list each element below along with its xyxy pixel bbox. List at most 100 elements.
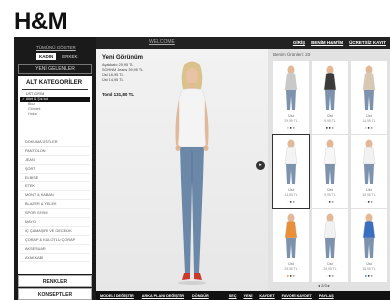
welcome-link[interactable]: WELCOME	[149, 39, 175, 45]
register-link[interactable]: ÜCRETSİZ KAYIT	[349, 40, 386, 45]
product-name: Üst	[327, 114, 333, 118]
product-name: Üst	[327, 262, 333, 266]
category-item[interactable]: BLAZER & YELEK	[20, 200, 90, 210]
look-title: Yeni Görünüm	[102, 55, 144, 61]
show-all-link[interactable]: TÜMÜNÜ GÖSTER	[36, 45, 76, 50]
change-model-button[interactable]: MODELİ DEĞİŞTİR	[100, 294, 134, 298]
product-price: 14,95 TL	[284, 193, 298, 197]
rotate-button[interactable]: DÖNDÜR	[192, 294, 209, 298]
product-price: 9,95 TL	[324, 193, 336, 197]
subcategory-list: ÜST GİYİM ✓ Atlet & Şık kol Bluz Gömlek …	[20, 92, 90, 117]
category-item[interactable]: AKSESUAR	[20, 245, 90, 254]
product-price: 29,95 TL	[284, 119, 298, 123]
category-item[interactable]: AYAKKABI	[20, 254, 90, 263]
product-price: 16,95 TL	[362, 193, 376, 197]
category-item[interactable]: ELBİSE	[20, 174, 90, 183]
account-links: GİRİŞ BENİM H&M'İM ÜCRETSİZ KAYIT	[293, 40, 386, 45]
product-name: Üst	[366, 188, 372, 192]
concepts-button[interactable]: KONSEPTLER	[18, 288, 92, 300]
category-item[interactable]: MAYO	[20, 218, 90, 227]
product-name: Üst	[327, 188, 333, 192]
color-swatches[interactable]: ●●●	[351, 199, 387, 204]
look-total: Toml 131,80 TL	[102, 92, 135, 97]
category-item[interactable]: ÇORAP & KÜLOTLU ÇORAP	[20, 236, 90, 245]
product-price: 29,95 TL	[284, 267, 298, 271]
color-swatches[interactable]: ●●●	[273, 199, 309, 204]
top-strip: WELCOME GİRİŞ BENİM H&M'İM ÜCRETSİZ KAYI…	[96, 37, 390, 49]
product-price: 9,95 TL	[324, 119, 336, 123]
gender-women-tab[interactable]: KADIN	[36, 53, 57, 60]
colors-button[interactable]: RENKLER	[18, 275, 92, 287]
look-actions: SEÇ YENİ KAYDET FAVORİ KAYDET PAYLAŞ	[229, 294, 334, 298]
color-swatches[interactable]: ●●●	[312, 125, 348, 130]
color-swatches[interactable]: ●●●	[273, 125, 309, 130]
page: H&M TÜMÜNÜ GÖSTER KADIN ERKEK YENİ GELEN…	[0, 0, 390, 300]
gender-men-tab[interactable]: ERKEK	[59, 53, 80, 60]
select-button[interactable]: SEÇ	[229, 294, 237, 298]
hm-logo[interactable]: H&M	[14, 8, 68, 36]
look-item: Üst 14,95 TL	[102, 78, 124, 82]
category-item[interactable]: MONT & KABAN	[20, 191, 90, 201]
color-swatches[interactable]: ●●●	[351, 125, 387, 130]
product-thumbnail	[284, 213, 298, 258]
product-thumbnail	[362, 65, 376, 110]
save-favorite-button[interactable]: FAVORİ KAYDET	[282, 294, 312, 298]
model-figure[interactable]	[152, 59, 232, 291]
product-card[interactable]: Üst 29,95 TL ●●●	[273, 209, 309, 282]
product-name: Üst	[288, 262, 294, 266]
product-name: Üst	[366, 114, 372, 118]
product-thumbnail	[362, 139, 376, 184]
product-price: 16,95 TL	[362, 267, 376, 271]
product-panel: Benim Ürünleri: 23 Üst 29,95 TL ●●● Üst 9,95…	[268, 49, 390, 291]
category-item[interactable]: PANTOLON	[20, 147, 90, 156]
dressing-room-app: TÜMÜNÜ GÖSTER KADIN ERKEK YENİ GELENLER …	[14, 37, 390, 300]
model-stage: Yeni Görünüm Ayakkabı 29,95 TL SOHNM Jea…	[96, 49, 268, 291]
product-card[interactable]: Üst 14,95 TL ●●●	[272, 134, 310, 209]
next-arrow-icon[interactable]: ▸	[256, 161, 265, 170]
product-thumbnail	[362, 213, 376, 258]
look-items: Ayakkabı 29,95 TL SOHNM Jeans 39,95 TL Ü…	[102, 63, 143, 83]
category-item[interactable]: ŞORT	[20, 165, 90, 174]
subcategory-item[interactable]: Hırka	[20, 112, 90, 117]
page-indicator: 2/3	[321, 283, 327, 288]
color-swatches[interactable]: ●●●	[351, 273, 387, 278]
pagination[interactable]: ◂ 2/3 ▸	[318, 283, 330, 288]
new-button[interactable]: YENİ	[244, 294, 253, 298]
color-swatches[interactable]: ●●●	[273, 273, 309, 278]
share-button[interactable]: PAYLAŞ	[319, 294, 334, 298]
color-swatches[interactable]: ●●●	[312, 273, 348, 278]
category-item[interactable]: SPOR GİYİM	[20, 209, 90, 219]
new-arrivals-button[interactable]: YENİ GELENLER	[18, 64, 92, 74]
product-name: Üst	[288, 188, 294, 192]
product-thumbnail	[323, 65, 337, 110]
subcategory-label: Atlet & Şık kol	[25, 97, 49, 101]
product-card[interactable]: Üst 9,95 TL ●●●	[312, 135, 348, 208]
gender-switch: KADIN ERKEK	[36, 53, 81, 60]
my-hm-link[interactable]: BENİM H&M'İM	[311, 40, 343, 45]
product-price: 29,95 TL	[323, 267, 337, 271]
category-panel: ALT KATEGORİLER ÜST GİYİM ✓ Atlet & Şık …	[18, 76, 92, 274]
category-item[interactable]: ETEK	[20, 182, 90, 192]
product-card[interactable]: Üst 29,95 TL ●●●	[273, 61, 309, 134]
product-card[interactable]: Üst 16,95 TL ●●●	[351, 135, 387, 208]
category-item[interactable]: İÇ ÇAMAŞIRI VE GECELİK	[20, 227, 90, 236]
product-card[interactable]: Üst 9,95 TL ●●●	[312, 61, 348, 134]
product-price: 14,95 TL	[362, 119, 376, 123]
change-background-button[interactable]: ARKA PLANI DEĞİŞTİR	[142, 294, 184, 298]
product-card[interactable]: Üst 29,95 TL ●●●	[312, 209, 348, 282]
login-link[interactable]: GİRİŞ	[293, 40, 305, 45]
title-divider	[22, 89, 88, 90]
product-thumbnail	[284, 65, 298, 110]
category-list: DOKUMA ÜSTLER PANTOLON JEAN ŞORT ELBİSE …	[20, 138, 90, 263]
category-item[interactable]: JEAN	[20, 156, 90, 165]
color-swatches[interactable]: ●●●	[312, 199, 348, 204]
save-button[interactable]: KAYDET	[259, 294, 274, 298]
product-thumbnail	[323, 139, 337, 184]
product-thumbnail	[323, 213, 337, 258]
product-card[interactable]: Üst 14,95 TL ●●●	[351, 61, 387, 134]
product-grid: Üst 29,95 TL ●●● Üst 9,95 TL ●●● Üst 14,95 TL ●●…	[272, 61, 387, 282]
product-card[interactable]: Üst 16,95 TL ●●●	[351, 209, 387, 282]
category-item[interactable]: DOKUMA ÜSTLER	[20, 138, 90, 147]
subcategories-title: ALT KATEGORİLER	[26, 80, 83, 86]
product-name: Üst	[288, 114, 294, 118]
